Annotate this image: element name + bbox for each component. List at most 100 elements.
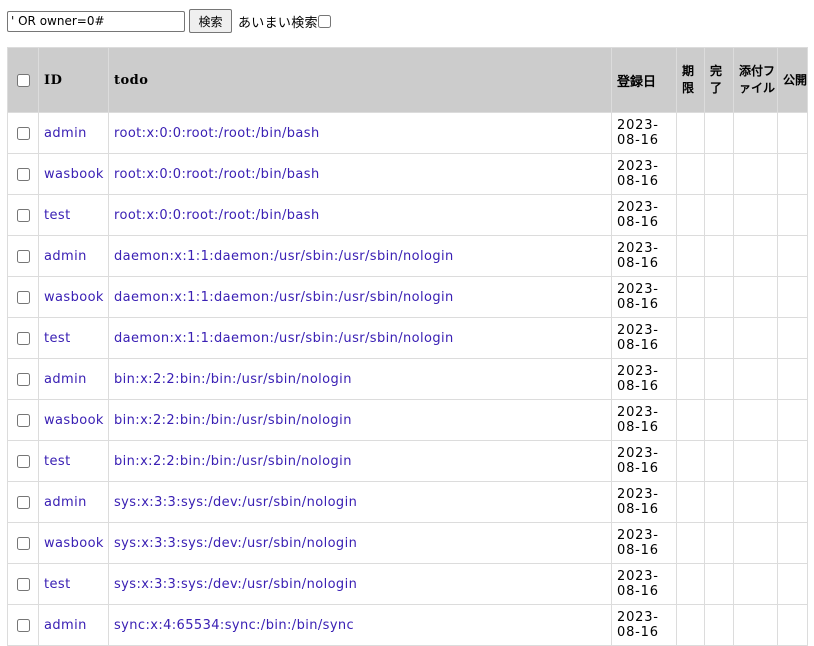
todo-link[interactable]: root:x:0:0:root:/root:/bin/bash bbox=[114, 126, 320, 141]
row-select-checkbox[interactable] bbox=[16, 454, 30, 468]
id-link[interactable]: test bbox=[44, 208, 71, 223]
row-select-cell bbox=[7, 440, 39, 482]
header-deadline[interactable]: 期限 bbox=[676, 47, 705, 113]
table-row: wasbook sys:x:3:3:sys:/dev:/usr/sbin/nolo… bbox=[7, 522, 808, 564]
attachment-cell bbox=[733, 522, 778, 564]
header-attachment[interactable]: 添付ファイル bbox=[733, 47, 778, 113]
fuzzy-search-label: あいまい検索 bbox=[238, 15, 318, 31]
id-link[interactable]: admin bbox=[44, 249, 87, 264]
id-link[interactable]: wasbook bbox=[44, 413, 104, 428]
search-button[interactable]: 検索 bbox=[189, 9, 232, 33]
deadline-cell bbox=[676, 358, 705, 400]
registered-date-cell: 2023- 08-16 bbox=[611, 112, 677, 154]
todo-link[interactable]: sync:x:4:65534:sync:/bin:/bin/sync bbox=[114, 618, 354, 633]
row-select-checkbox[interactable] bbox=[16, 413, 30, 427]
id-link[interactable]: test bbox=[44, 454, 71, 469]
done-cell bbox=[704, 604, 734, 646]
id-link[interactable]: wasbook bbox=[44, 167, 104, 182]
todo-link[interactable]: bin:x:2:2:bin:/bin:/usr/sbin/nologin bbox=[114, 372, 352, 387]
todo-link[interactable]: daemon:x:1:1:daemon:/usr/sbin:/usr/sbin/… bbox=[114, 249, 454, 264]
header-todo[interactable]: todo bbox=[108, 47, 612, 113]
deadline-cell bbox=[676, 153, 705, 195]
id-link[interactable]: admin bbox=[44, 372, 87, 387]
header-done[interactable]: 完了 bbox=[704, 47, 734, 113]
registered-date-cell: 2023- 08-16 bbox=[611, 522, 677, 564]
attachment-cell bbox=[733, 481, 778, 523]
registered-date-cell: 2023- 08-16 bbox=[611, 276, 677, 318]
table-row: test root:x:0:0:root:/root:/bin/bash 2023-… bbox=[7, 194, 808, 236]
todo-link[interactable]: root:x:0:0:root:/root:/bin/bash bbox=[114, 167, 320, 182]
todo-link[interactable]: sys:x:3:3:sys:/dev:/usr/sbin/nologin bbox=[114, 536, 357, 551]
todo-link[interactable]: sys:x:3:3:sys:/dev:/usr/sbin/nologin bbox=[114, 495, 357, 510]
registered-date-cell: 2023- 08-16 bbox=[611, 235, 677, 277]
public-cell bbox=[777, 440, 808, 482]
todo-cell: daemon:x:1:1:daemon:/usr/sbin:/usr/sbin/… bbox=[108, 317, 612, 359]
todo-link[interactable]: bin:x:2:2:bin:/bin:/usr/sbin/nologin bbox=[114, 413, 352, 428]
row-select-checkbox[interactable] bbox=[16, 290, 30, 304]
public-cell bbox=[777, 522, 808, 564]
todo-link[interactable]: bin:x:2:2:bin:/bin:/usr/sbin/nologin bbox=[114, 454, 352, 469]
row-select-checkbox[interactable] bbox=[16, 577, 30, 591]
done-cell bbox=[704, 153, 734, 195]
header-id[interactable]: ID bbox=[38, 47, 109, 113]
deadline-cell bbox=[676, 276, 705, 318]
registered-date-cell: 2023- 08-16 bbox=[611, 563, 677, 605]
row-select-checkbox[interactable] bbox=[16, 331, 30, 345]
public-cell bbox=[777, 563, 808, 605]
registered-date-cell: 2023- 08-16 bbox=[611, 317, 677, 359]
id-link[interactable]: admin bbox=[44, 495, 87, 510]
todo-link[interactable]: sys:x:3:3:sys:/dev:/usr/sbin/nologin bbox=[114, 577, 357, 592]
header-registered-date[interactable]: 登録日 bbox=[611, 47, 677, 113]
public-cell bbox=[777, 112, 808, 154]
fuzzy-search-checkbox[interactable] bbox=[317, 14, 331, 28]
search-input[interactable] bbox=[7, 10, 185, 32]
todo-cell: sys:x:3:3:sys:/dev:/usr/sbin/nologin bbox=[108, 522, 612, 564]
table-row: wasbook root:x:0:0:root:/root:/bin/bash 20… bbox=[7, 153, 808, 195]
table-row: test sys:x:3:3:sys:/dev:/usr/sbin/nologin… bbox=[7, 563, 808, 605]
todo-cell: root:x:0:0:root:/root:/bin/bash bbox=[108, 153, 612, 195]
row-select-checkbox[interactable] bbox=[16, 208, 30, 222]
select-all-checkbox[interactable] bbox=[16, 73, 30, 87]
todo-link[interactable]: root:x:0:0:root:/root:/bin/bash bbox=[114, 208, 320, 223]
row-select-cell bbox=[7, 153, 39, 195]
todo-link[interactable]: daemon:x:1:1:daemon:/usr/sbin:/usr/sbin/… bbox=[114, 290, 454, 305]
attachment-cell bbox=[733, 112, 778, 154]
deadline-cell bbox=[676, 440, 705, 482]
todo-link[interactable]: daemon:x:1:1:daemon:/usr/sbin:/usr/sbin/… bbox=[114, 331, 454, 346]
id-cell: admin bbox=[38, 604, 109, 646]
done-cell bbox=[704, 522, 734, 564]
done-cell bbox=[704, 276, 734, 318]
deadline-cell bbox=[676, 194, 705, 236]
row-select-checkbox[interactable] bbox=[16, 126, 30, 140]
id-link[interactable]: wasbook bbox=[44, 536, 104, 551]
row-select-checkbox[interactable] bbox=[16, 618, 30, 632]
row-select-checkbox[interactable] bbox=[16, 249, 30, 263]
id-link[interactable]: test bbox=[44, 331, 71, 346]
table-row: admin sync:x:4:65534:sync:/bin:/bin/sync 2… bbox=[7, 604, 808, 646]
id-link[interactable]: test bbox=[44, 577, 71, 592]
row-select-checkbox[interactable] bbox=[16, 536, 30, 550]
done-cell bbox=[704, 317, 734, 359]
header-public[interactable]: 公開 bbox=[777, 47, 808, 113]
registered-date-cell: 2023- 08-16 bbox=[611, 399, 677, 441]
id-link[interactable]: admin bbox=[44, 126, 87, 141]
id-link[interactable]: admin bbox=[44, 618, 87, 633]
todo-cell: daemon:x:1:1:daemon:/usr/sbin:/usr/sbin/… bbox=[108, 276, 612, 318]
public-cell bbox=[777, 276, 808, 318]
table-row: test daemon:x:1:1:daemon:/usr/sbin:/usr/s… bbox=[7, 317, 808, 359]
attachment-cell bbox=[733, 399, 778, 441]
deadline-cell bbox=[676, 235, 705, 277]
row-select-checkbox[interactable] bbox=[16, 167, 30, 181]
registered-date-cell: 2023- 08-16 bbox=[611, 604, 677, 646]
deadline-cell bbox=[676, 522, 705, 564]
id-cell: admin bbox=[38, 112, 109, 154]
row-select-checkbox[interactable] bbox=[16, 372, 30, 386]
public-cell bbox=[777, 604, 808, 646]
table-row: admin bin:x:2:2:bin:/bin:/usr/sbin/nologi… bbox=[7, 358, 808, 400]
header-select-all-cell bbox=[7, 47, 39, 113]
done-cell bbox=[704, 235, 734, 277]
id-link[interactable]: wasbook bbox=[44, 290, 104, 305]
row-select-checkbox[interactable] bbox=[16, 495, 30, 509]
row-select-cell bbox=[7, 276, 39, 318]
attachment-cell bbox=[733, 563, 778, 605]
